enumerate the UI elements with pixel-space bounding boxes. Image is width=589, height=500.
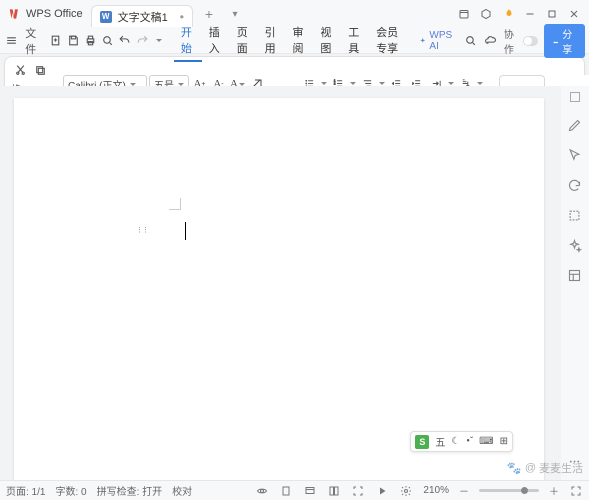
status-bar: 页面: 1/1 字数: 0 拼写检查: 打开 校对 210% － ＋ [0, 480, 589, 500]
zoom-in-button[interactable]: ＋ [549, 483, 559, 498]
nav-box-icon[interactable] [570, 92, 580, 102]
doc-icon: W [100, 11, 112, 23]
tab-member[interactable]: 会员专享 [369, 20, 411, 62]
maximize-button[interactable] [541, 3, 563, 25]
qat-dropdown[interactable] [156, 39, 162, 42]
zoom-out-button[interactable]: － [459, 483, 469, 498]
share-button[interactable]: 分享 [544, 24, 585, 58]
tab-title: 文字文稿1 [118, 9, 168, 25]
focus-icon[interactable] [351, 484, 365, 498]
redo-icon[interactable] [135, 31, 150, 51]
proof-status[interactable]: 校对 [172, 483, 192, 498]
zoom-slider[interactable] [479, 489, 539, 492]
new-doc-icon[interactable] [48, 31, 63, 51]
selection-icon[interactable] [567, 208, 583, 224]
document-area: S 五 ☾ •ˇ ⌨ ⊞ [0, 86, 561, 480]
tab-tools[interactable]: 工具 [341, 20, 369, 62]
wps-logo-icon [8, 7, 22, 21]
toggle-icon [523, 36, 538, 46]
search-icon[interactable] [463, 31, 478, 51]
tab-review[interactable]: 审阅 [285, 20, 313, 62]
grid-icon[interactable]: ⊞ [500, 436, 508, 447]
tab-list-button[interactable]: ▾ [225, 9, 245, 20]
watermark: 🐾@麦麦生活 [507, 460, 583, 476]
page[interactable] [14, 98, 544, 480]
zoom-value[interactable]: 210% [423, 485, 449, 496]
print-icon[interactable] [83, 31, 98, 51]
ribbon-tabs: 开始 插入 页面 引用 审阅 视图 工具 会员专享 [174, 20, 411, 62]
text-cursor [185, 222, 186, 240]
file-menu[interactable]: 文件 [21, 25, 46, 57]
drag-handle-icon[interactable] [136, 226, 152, 242]
reading-layout-icon[interactable] [255, 484, 269, 498]
tab-view[interactable]: 视图 [313, 20, 341, 62]
punct-icon[interactable]: •ˇ [466, 436, 473, 447]
hex-icon[interactable] [475, 3, 497, 25]
calendar-icon[interactable] [453, 3, 475, 25]
tab-start[interactable]: 开始 [174, 20, 202, 62]
pencil-icon[interactable] [567, 118, 583, 134]
collab-toggle[interactable]: 协作 [500, 26, 542, 56]
app-name: WPS Office [26, 8, 83, 20]
outline-view-icon[interactable] [327, 484, 341, 498]
cloud-icon[interactable] [483, 31, 498, 51]
menu-bar: 文件 开始 插入 页面 引用 审阅 视图 工具 会员专享 WPS AI 协作 分… [0, 28, 589, 54]
close-button[interactable] [563, 3, 585, 25]
spellcheck-status[interactable]: 拼写检查: 打开 [97, 483, 163, 498]
keyboard-icon[interactable]: ⌨ [479, 436, 493, 447]
margin-marker-icon [169, 198, 181, 210]
page-indicator[interactable]: 页面: 1/1 [6, 483, 45, 498]
ime-mode: 五 [435, 434, 445, 449]
right-sidebar [561, 86, 589, 480]
word-count[interactable]: 字数: 0 [55, 483, 86, 498]
flame-icon[interactable] [497, 3, 519, 25]
cut-icon[interactable] [11, 61, 29, 79]
moon-icon[interactable]: ☾ [451, 436, 460, 447]
fit-icon[interactable] [569, 484, 583, 498]
hamburger-icon[interactable] [4, 31, 19, 51]
cursor-icon[interactable] [567, 148, 583, 164]
web-layout-icon[interactable] [303, 484, 317, 498]
paw-icon: 🐾 [507, 461, 522, 475]
sogou-logo-icon: S [415, 435, 429, 449]
sparkle-icon[interactable] [567, 238, 583, 254]
copy-icon[interactable] [31, 61, 49, 79]
refresh-icon[interactable] [567, 178, 583, 194]
tab-page[interactable]: 页面 [230, 20, 258, 62]
ime-toolbar[interactable]: S 五 ☾ •ˇ ⌨ ⊞ [410, 431, 513, 452]
wps-ai-button[interactable]: WPS AI [413, 30, 461, 52]
tab-insert[interactable]: 插入 [202, 20, 230, 62]
settings-icon[interactable] [399, 484, 413, 498]
preview-icon[interactable] [100, 31, 115, 51]
undo-icon[interactable] [117, 31, 132, 51]
save-icon[interactable] [65, 31, 80, 51]
tab-ref[interactable]: 引用 [258, 20, 286, 62]
minimize-button[interactable] [519, 3, 541, 25]
play-icon[interactable] [375, 484, 389, 498]
svg-text:2: 2 [333, 81, 335, 85]
layout-icon[interactable] [567, 268, 583, 284]
print-layout-icon[interactable] [279, 484, 293, 498]
